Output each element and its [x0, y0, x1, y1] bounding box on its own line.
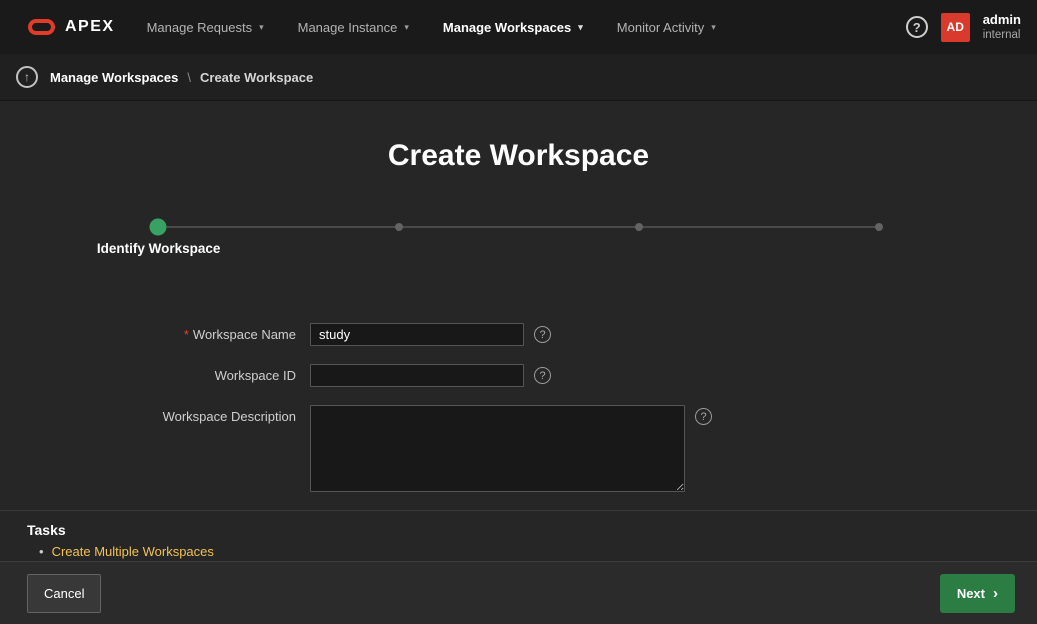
user-realm: internal — [983, 28, 1021, 42]
workspace-description-help-icon[interactable]: ? — [695, 408, 712, 425]
next-button-label: Next — [957, 586, 985, 601]
breadcrumb-separator: \ — [187, 70, 191, 85]
nav-item-manage-workspaces[interactable]: Manage Workspaces ▾ — [443, 20, 583, 35]
nav-item-label: Manage Workspaces — [443, 20, 571, 35]
main-nav: Manage Requests ▾ Manage Instance ▾ Mana… — [147, 20, 716, 35]
chevron-down-icon: ▾ — [578, 22, 583, 33]
wizard-step-dot-4 — [875, 223, 883, 231]
bullet-icon: • — [39, 544, 44, 559]
tasks-title: Tasks — [27, 522, 1010, 538]
chevron-down-icon: ▾ — [711, 22, 716, 33]
brand-label: APEX — [65, 18, 115, 36]
create-workspace-form: * Workspace Name ? Workspace ID ? Workspa… — [0, 323, 1037, 492]
workspace-description-label-text: Workspace Description — [163, 409, 296, 424]
help-icon[interactable]: ? — [906, 16, 928, 38]
main-content: Create Workspace Identify Workspace * Wor… — [0, 139, 1037, 559]
chevron-right-icon: › — [993, 586, 998, 601]
form-row-workspace-description: Workspace Description ? — [0, 405, 1037, 492]
user-name: admin — [983, 12, 1021, 28]
form-row-workspace-id: Workspace ID ? — [0, 364, 1037, 387]
wizard-current-step-label: Identify Workspace — [97, 241, 221, 256]
brand-home-link[interactable]: APEX — [28, 18, 115, 36]
tasks-region: Tasks • Create Multiple Workspaces — [0, 510, 1037, 559]
form-row-workspace-name: * Workspace Name ? — [0, 323, 1037, 346]
top-navbar: APEX Manage Requests ▾ Manage Instance ▾… — [0, 0, 1037, 54]
wizard-progress-train: Identify Workspace — [0, 217, 1037, 281]
breadcrumb: ↑ Manage Workspaces \ Create Workspace — [0, 54, 1037, 101]
user-menu[interactable]: admin internal — [983, 12, 1021, 43]
wizard-train-line — [158, 226, 879, 228]
up-arrow-icon[interactable]: ↑ — [16, 66, 38, 88]
workspace-id-label: Workspace ID — [0, 368, 310, 383]
avatar[interactable]: AD — [941, 13, 970, 42]
nav-item-manage-instance[interactable]: Manage Instance ▾ — [298, 20, 409, 35]
cancel-button[interactable]: Cancel — [27, 574, 101, 613]
chevron-down-icon: ▾ — [404, 22, 409, 33]
wizard-step-dot-3 — [635, 223, 643, 231]
wizard-step-dot-2 — [395, 223, 403, 231]
workspace-name-label-text: Workspace Name — [193, 327, 296, 342]
workspace-id-label-text: Workspace ID — [215, 368, 296, 383]
workspace-description-textarea[interactable] — [310, 405, 685, 492]
workspace-name-input[interactable] — [310, 323, 524, 346]
nav-item-manage-requests[interactable]: Manage Requests ▾ — [147, 20, 264, 35]
nav-item-label: Monitor Activity — [617, 20, 704, 35]
oracle-logo-icon — [28, 19, 55, 35]
required-indicator: * — [184, 327, 189, 342]
workspace-name-label: * Workspace Name — [0, 327, 310, 342]
navbar-right: ? AD admin internal — [906, 12, 1021, 43]
workspace-name-help-icon[interactable]: ? — [534, 326, 551, 343]
wizard-button-bar: Cancel Next › — [0, 561, 1037, 624]
workspace-id-input[interactable] — [310, 364, 524, 387]
nav-item-monitor-activity[interactable]: Monitor Activity ▾ — [617, 20, 716, 35]
wizard-step-dot-1-active — [150, 219, 167, 236]
nav-item-label: Manage Requests — [147, 20, 253, 35]
tasks-list: • Create Multiple Workspaces — [27, 544, 1010, 559]
breadcrumb-parent-link[interactable]: Manage Workspaces — [50, 70, 178, 85]
breadcrumb-current: Create Workspace — [200, 70, 313, 85]
page-title: Create Workspace — [0, 139, 1037, 173]
chevron-down-icon: ▾ — [259, 22, 264, 33]
workspace-description-label: Workspace Description — [0, 405, 310, 424]
workspace-id-help-icon[interactable]: ? — [534, 367, 551, 384]
create-multiple-workspaces-link[interactable]: Create Multiple Workspaces — [52, 544, 214, 559]
nav-item-label: Manage Instance — [298, 20, 398, 35]
next-button[interactable]: Next › — [940, 574, 1015, 613]
list-item: • Create Multiple Workspaces — [27, 544, 1010, 559]
